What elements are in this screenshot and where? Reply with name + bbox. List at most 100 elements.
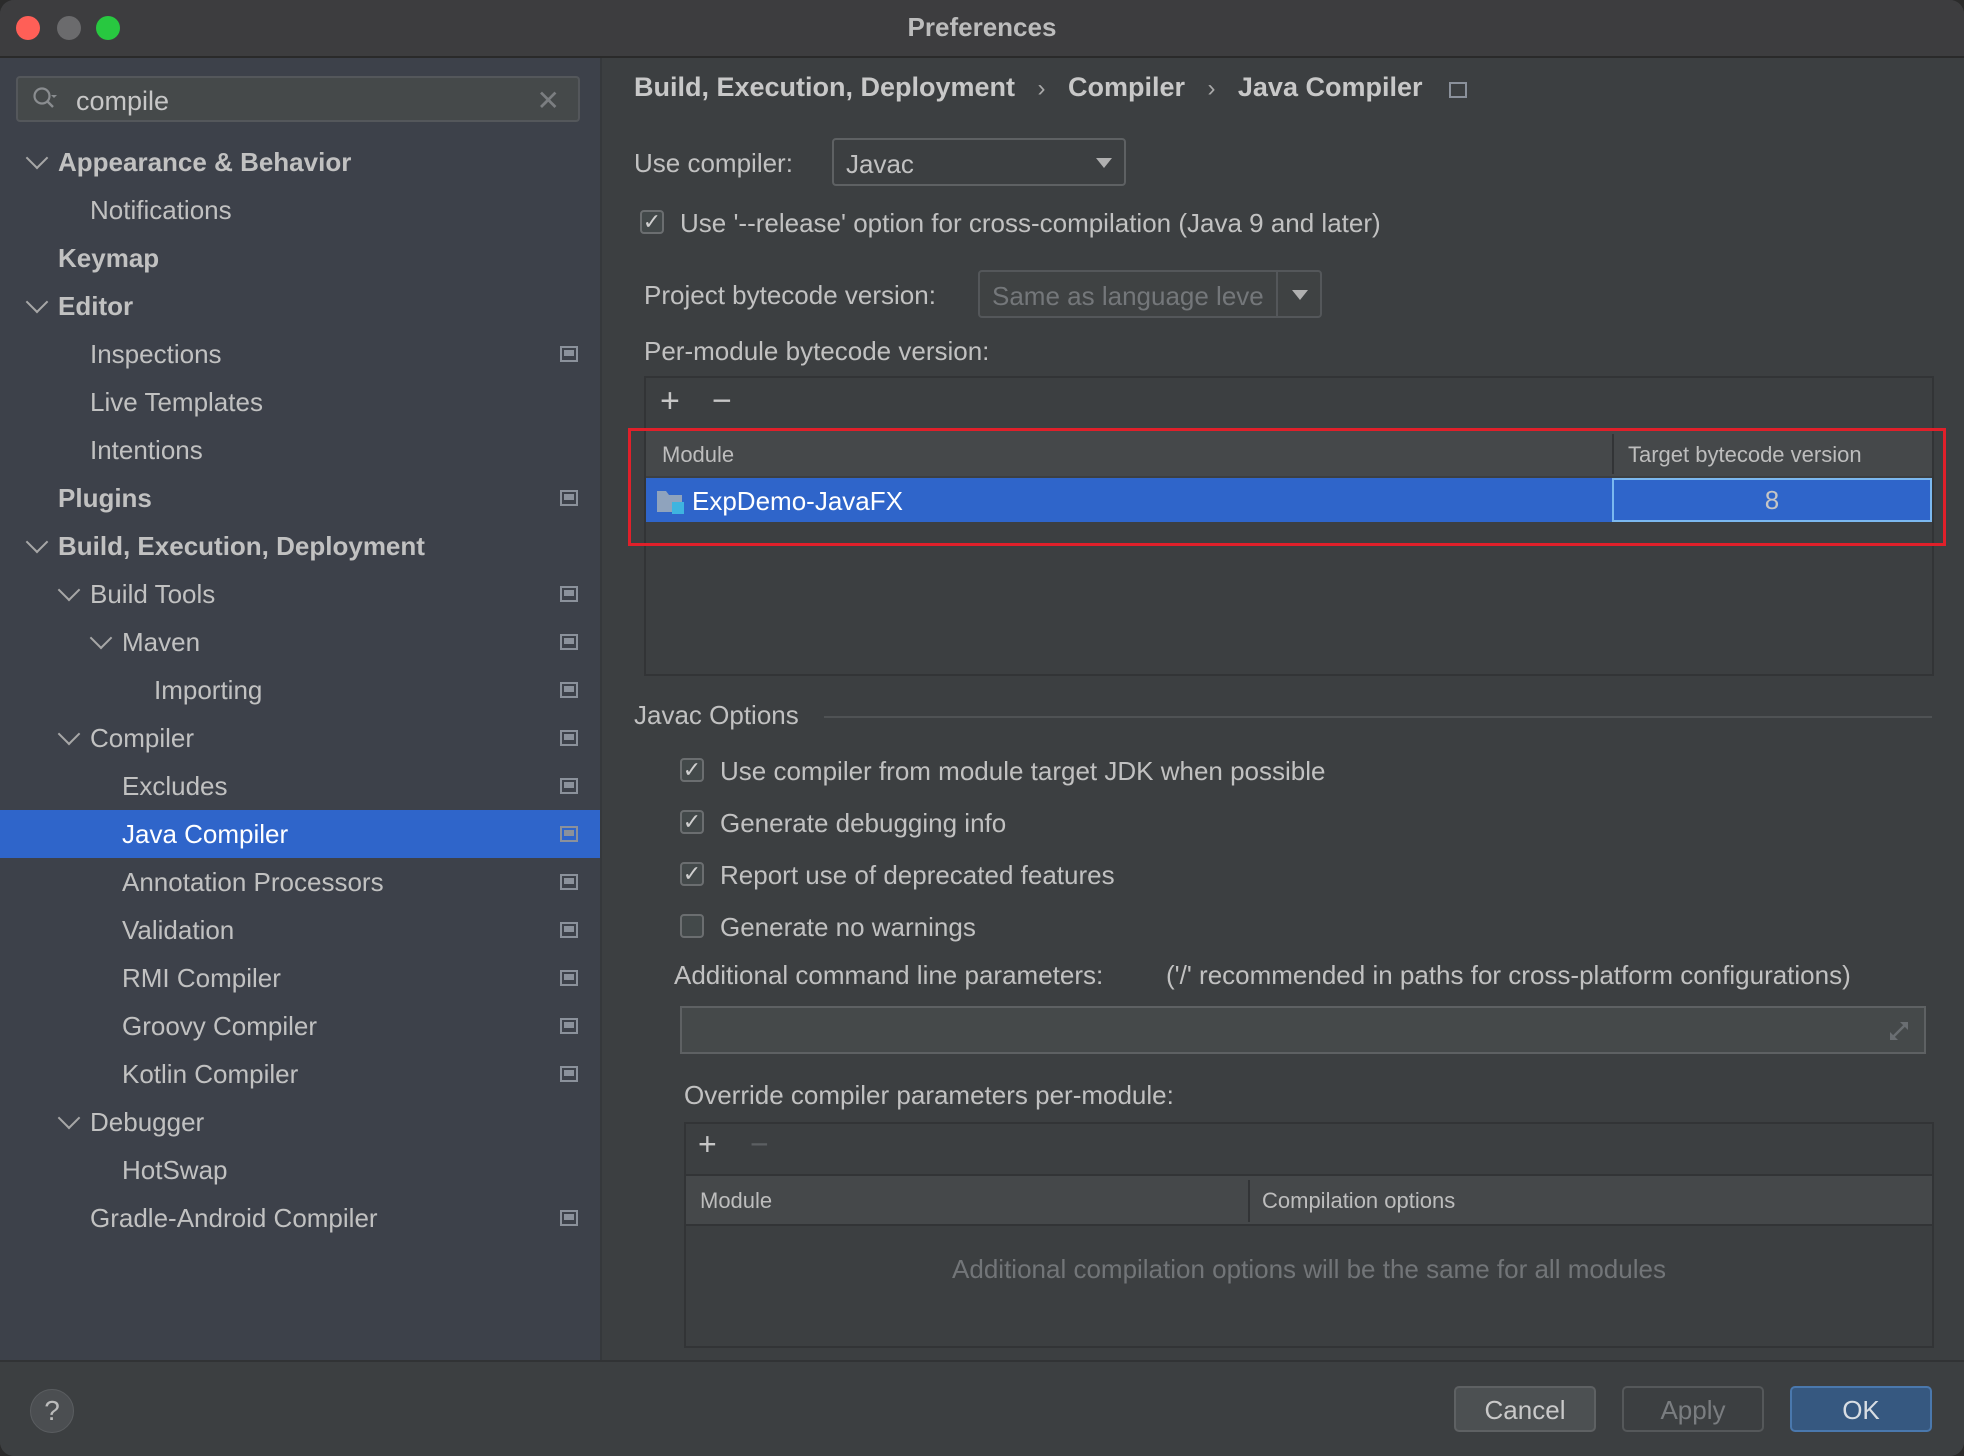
project-bytecode-dropdown[interactable]: Same as language leve [978, 270, 1322, 318]
additional-params-input[interactable] [680, 1006, 1926, 1054]
clear-search-icon[interactable]: ✕ [537, 84, 560, 117]
sidebar-item-build-tools[interactable]: Build Tools [0, 570, 600, 618]
remove-override-icon: − [750, 1126, 769, 1162]
sidebar-item-rmi-compiler[interactable]: RMI Compiler [0, 954, 600, 1002]
project-scope-icon [560, 730, 578, 746]
project-scope-icon [560, 778, 578, 794]
window-title: Preferences [907, 12, 1057, 42]
breadcrumb-item: Java Compiler [1237, 72, 1423, 102]
sidebar-item-maven[interactable]: Maven [0, 618, 600, 666]
column-header-compilation-options[interactable]: Compilation options [1262, 1188, 1455, 1214]
chevron-down-icon[interactable] [25, 290, 49, 314]
javac-options-title: Javac Options [634, 700, 799, 730]
title-bar: Preferences [0, 0, 1964, 58]
project-scope-icon [560, 586, 578, 602]
sidebar-item-label: Excludes [122, 771, 228, 801]
chevron-down-icon[interactable] [89, 626, 113, 650]
section-divider [824, 716, 1932, 718]
sidebar-item-inspections[interactable]: Inspections [0, 330, 600, 378]
debugging-info-label: Generate debugging info [720, 808, 1007, 838]
sidebar-item-label: Live Templates [90, 387, 263, 417]
chevron-down-icon[interactable] [25, 530, 49, 554]
chevron-down-icon [1292, 290, 1308, 300]
chevron-down-icon[interactable] [57, 722, 81, 746]
project-scope-icon [560, 1018, 578, 1034]
project-bytecode-placeholder: Same as language leve [992, 281, 1264, 311]
sidebar-item-label: Groovy Compiler [122, 1011, 318, 1041]
highlight-annotation [628, 428, 1946, 546]
use-compiler-dropdown[interactable]: Javac [832, 138, 1126, 186]
use-target-jdk-checkbox[interactable]: ✓ [680, 758, 704, 782]
per-module-label: Per-module bytecode version: [644, 336, 990, 366]
sidebar-item-label: Appearance & Behavior [58, 147, 352, 177]
no-warnings-checkbox[interactable] [680, 914, 704, 938]
project-scope-icon [560, 922, 578, 938]
use-compiler-value: Javac [846, 149, 914, 179]
sidebar-item-intentions[interactable]: Intentions [0, 426, 600, 474]
sidebar-item-importing[interactable]: Importing [0, 666, 600, 714]
release-option-checkbox[interactable]: ✓ [640, 210, 664, 234]
override-table-header: Module Compilation options [686, 1174, 1932, 1226]
sidebar-item-appearance-behavior[interactable]: Appearance & Behavior [0, 138, 600, 186]
project-scope-icon [560, 970, 578, 986]
project-bytecode-label: Project bytecode version: [644, 280, 936, 310]
cancel-button[interactable]: Cancel [1454, 1386, 1596, 1432]
settings-search-field[interactable]: compile ✕ [16, 76, 580, 122]
sidebar-item-label: Debugger [90, 1107, 205, 1137]
sidebar-item-label: Java Compiler [122, 819, 289, 849]
sidebar-item-keymap[interactable]: Keymap [0, 234, 600, 282]
sidebar-item-kotlin-compiler[interactable]: Kotlin Compiler [0, 1050, 600, 1098]
sidebar-item-hotswap[interactable]: HotSwap [0, 1146, 600, 1194]
sidebar-item-excludes[interactable]: Excludes [0, 762, 600, 810]
column-header-module[interactable]: Module [700, 1188, 772, 1214]
add-module-icon[interactable]: + [660, 382, 680, 421]
sidebar-item-annotation-processors[interactable]: Annotation Processors [0, 858, 600, 906]
project-scope-icon [560, 346, 578, 362]
sidebar-item-label: RMI Compiler [122, 963, 281, 993]
chevron-down-icon[interactable] [57, 1106, 81, 1130]
search-input[interactable]: compile [76, 86, 169, 117]
sidebar-item-compiler[interactable]: Compiler [0, 714, 600, 762]
chevron-down-icon[interactable] [25, 146, 49, 170]
sidebar-item-label: Intentions [90, 435, 203, 465]
sidebar-item-label: Kotlin Compiler [122, 1059, 299, 1089]
chevron-down-icon [1096, 158, 1112, 168]
breadcrumb-separator: › [1207, 75, 1216, 102]
ok-button[interactable]: OK [1790, 1386, 1932, 1432]
sidebar-item-gradle-android-compiler[interactable]: Gradle-Android Compiler [0, 1194, 600, 1242]
sidebar-item-plugins[interactable]: Plugins [0, 474, 600, 522]
breadcrumb-item: Compiler [1067, 72, 1185, 102]
sidebar-item-java-compiler[interactable]: Java Compiler [0, 810, 600, 858]
sidebar-item-label: Annotation Processors [122, 867, 384, 897]
apply-button[interactable]: Apply [1622, 1386, 1764, 1432]
deprecated-features-label: Report use of deprecated features [720, 860, 1115, 890]
breadcrumb-item: Build, Execution, Deployment [634, 72, 1016, 102]
sidebar-item-notifications[interactable]: Notifications [0, 186, 600, 234]
chevron-down-icon[interactable] [57, 578, 81, 602]
additional-params-hint: ('/' recommended in paths for cross-plat… [1166, 960, 1851, 990]
sidebar-item-groovy-compiler[interactable]: Groovy Compiler [0, 1002, 600, 1050]
release-option-label: Use '--release' option for cross-compila… [680, 208, 1381, 238]
expand-icon[interactable] [1886, 1018, 1912, 1044]
project-scope-icon [560, 634, 578, 650]
settings-sidebar: compile ✕ Appearance & Behavior Notificat… [0, 58, 602, 1360]
help-button[interactable]: ? [30, 1389, 74, 1433]
no-warnings-label: Generate no warnings [720, 912, 976, 942]
debugging-info-checkbox[interactable]: ✓ [680, 810, 704, 834]
add-override-icon[interactable]: + [698, 1126, 717, 1163]
sidebar-item-debugger[interactable]: Debugger [0, 1098, 600, 1146]
sidebar-item-live-templates[interactable]: Live Templates [0, 378, 600, 426]
breadcrumb: Build, Execution, Deployment › Compiler … [634, 72, 1467, 103]
use-target-jdk-label: Use compiler from module target JDK when… [720, 756, 1326, 786]
sidebar-item-validation[interactable]: Validation [0, 906, 600, 954]
settings-content: Build, Execution, Deployment › Compiler … [602, 58, 1964, 1360]
project-scope-icon [560, 1210, 578, 1226]
sidebar-item-label: Maven [122, 627, 201, 657]
sidebar-item-build-execution-deployment[interactable]: Build, Execution, Deployment [0, 522, 600, 570]
sidebar-item-label: Editor [58, 291, 134, 321]
dropdown-divider [1276, 272, 1278, 316]
sidebar-item-editor[interactable]: Editor [0, 282, 600, 330]
breadcrumb-separator: › [1037, 75, 1046, 102]
deprecated-features-checkbox[interactable]: ✓ [680, 862, 704, 886]
remove-module-icon[interactable]: − [712, 382, 732, 421]
